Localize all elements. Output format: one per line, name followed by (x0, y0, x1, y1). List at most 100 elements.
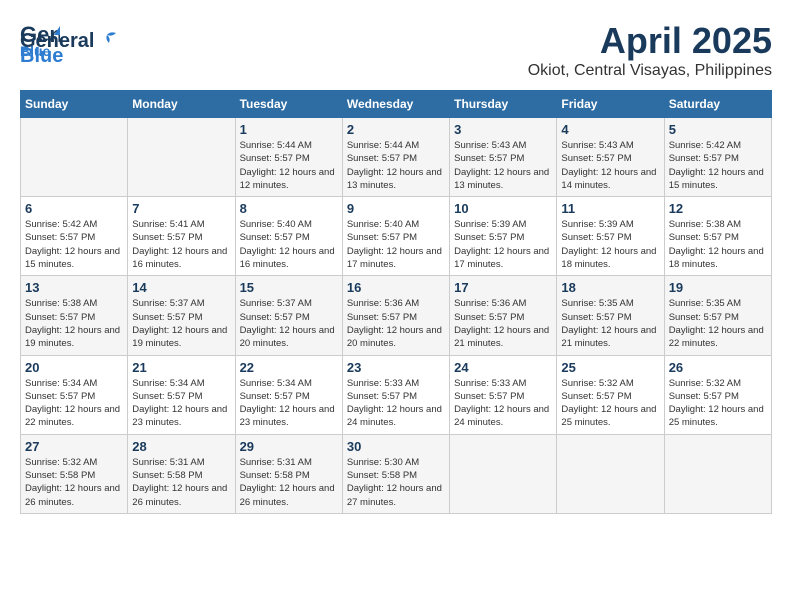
day-info: Sunrise: 5:39 AMSunset: 5:57 PMDaylight:… (561, 218, 659, 271)
col-wednesday: Wednesday (342, 91, 449, 118)
day-number: 28 (132, 439, 230, 454)
day-number: 12 (669, 201, 767, 216)
day-number: 10 (454, 201, 552, 216)
calendar-cell: 26 Sunrise: 5:32 AMSunset: 5:57 PMDayligh… (664, 355, 771, 434)
page-header: General Blue General Blue April 2025 Oki… (20, 20, 772, 80)
calendar-cell (557, 434, 664, 513)
day-number: 26 (669, 360, 767, 375)
day-info: Sunrise: 5:42 AMSunset: 5:57 PMDaylight:… (25, 218, 123, 271)
day-number: 24 (454, 360, 552, 375)
col-sunday: Sunday (21, 91, 128, 118)
day-number: 22 (240, 360, 338, 375)
calendar-cell (128, 118, 235, 197)
calendar-header-row: Sunday Monday Tuesday Wednesday Thursday… (21, 91, 772, 118)
col-saturday: Saturday (664, 91, 771, 118)
calendar-cell: 7 Sunrise: 5:41 AMSunset: 5:57 PMDaylight… (128, 197, 235, 276)
page-subtitle: Okiot, Central Visayas, Philippines (528, 62, 772, 80)
day-info: Sunrise: 5:36 AMSunset: 5:57 PMDaylight:… (454, 297, 552, 350)
day-info: Sunrise: 5:38 AMSunset: 5:57 PMDaylight:… (25, 297, 123, 350)
day-number: 16 (347, 280, 445, 295)
day-info: Sunrise: 5:44 AMSunset: 5:57 PMDaylight:… (347, 139, 445, 192)
day-info: Sunrise: 5:32 AMSunset: 5:57 PMDaylight:… (561, 377, 659, 430)
day-info: Sunrise: 5:31 AMSunset: 5:58 PMDaylight:… (132, 456, 230, 509)
day-info: Sunrise: 5:34 AMSunset: 5:57 PMDaylight:… (25, 377, 123, 430)
day-number: 17 (454, 280, 552, 295)
day-info: Sunrise: 5:36 AMSunset: 5:57 PMDaylight:… (347, 297, 445, 350)
day-number: 27 (25, 439, 123, 454)
calendar-cell: 29 Sunrise: 5:31 AMSunset: 5:58 PMDayligh… (235, 434, 342, 513)
day-info: Sunrise: 5:41 AMSunset: 5:57 PMDaylight:… (132, 218, 230, 271)
calendar-cell: 2 Sunrise: 5:44 AMSunset: 5:57 PMDaylight… (342, 118, 449, 197)
calendar-cell: 30 Sunrise: 5:30 AMSunset: 5:58 PMDayligh… (342, 434, 449, 513)
day-info: Sunrise: 5:30 AMSunset: 5:58 PMDaylight:… (347, 456, 445, 509)
calendar-cell: 11Sunrise: 5:39 AMSunset: 5:57 PMDayligh… (557, 197, 664, 276)
calendar-cell: 13 Sunrise: 5:38 AMSunset: 5:57 PMDayligh… (21, 276, 128, 355)
calendar-cell: 28 Sunrise: 5:31 AMSunset: 5:58 PMDayligh… (128, 434, 235, 513)
calendar-cell (450, 434, 557, 513)
calendar-cell: 8 Sunrise: 5:40 AMSunset: 5:57 PMDaylight… (235, 197, 342, 276)
calendar-cell: 21Sunrise: 5:34 AMSunset: 5:57 PMDayligh… (128, 355, 235, 434)
day-info: Sunrise: 5:37 AMSunset: 5:57 PMDaylight:… (132, 297, 230, 350)
calendar-cell (21, 118, 128, 197)
day-number: 7 (132, 201, 230, 216)
calendar-week-row: 1 Sunrise: 5:44 AMSunset: 5:57 PMDaylight… (21, 118, 772, 197)
day-number: 2 (347, 122, 445, 137)
day-number: 30 (347, 439, 445, 454)
day-info: Sunrise: 5:42 AMSunset: 5:57 PMDaylight:… (669, 139, 767, 192)
title-block: April 2025 Okiot, Central Visayas, Phili… (528, 20, 772, 80)
day-info: Sunrise: 5:37 AMSunset: 5:57 PMDaylight:… (240, 297, 338, 350)
day-info: Sunrise: 5:38 AMSunset: 5:57 PMDaylight:… (669, 218, 767, 271)
day-info: Sunrise: 5:44 AMSunset: 5:57 PMDaylight:… (240, 139, 338, 192)
day-info: Sunrise: 5:34 AMSunset: 5:57 PMDaylight:… (132, 377, 230, 430)
calendar-cell: 16 Sunrise: 5:36 AMSunset: 5:57 PMDayligh… (342, 276, 449, 355)
day-number: 29 (240, 439, 338, 454)
day-number: 4 (561, 122, 659, 137)
day-info: Sunrise: 5:40 AMSunset: 5:57 PMDaylight:… (347, 218, 445, 271)
day-info: Sunrise: 5:35 AMSunset: 5:57 PMDaylight:… (561, 297, 659, 350)
calendar-cell: 6Sunrise: 5:42 AMSunset: 5:57 PMDaylight… (21, 197, 128, 276)
day-number: 1 (240, 122, 338, 137)
calendar-cell: 22 Sunrise: 5:34 AMSunset: 5:57 PMDayligh… (235, 355, 342, 434)
col-friday: Friday (557, 91, 664, 118)
col-tuesday: Tuesday (235, 91, 342, 118)
day-number: 20 (25, 360, 123, 375)
day-number: 19 (669, 280, 767, 295)
calendar-cell: 14 Sunrise: 5:37 AMSunset: 5:57 PMDayligh… (128, 276, 235, 355)
day-info: Sunrise: 5:34 AMSunset: 5:57 PMDaylight:… (240, 377, 338, 430)
day-info: Sunrise: 5:32 AMSunset: 5:58 PMDaylight:… (25, 456, 123, 509)
calendar-cell: 3 Sunrise: 5:43 AMSunset: 5:57 PMDaylight… (450, 118, 557, 197)
day-number: 8 (240, 201, 338, 216)
calendar-cell: 25Sunrise: 5:32 AMSunset: 5:57 PMDayligh… (557, 355, 664, 434)
day-number: 3 (454, 122, 552, 137)
day-info: Sunrise: 5:43 AMSunset: 5:57 PMDaylight:… (561, 139, 659, 192)
day-number: 14 (132, 280, 230, 295)
day-number: 5 (669, 122, 767, 137)
calendar-cell: 12 Sunrise: 5:38 AMSunset: 5:57 PMDayligh… (664, 197, 771, 276)
calendar-cell: 1 Sunrise: 5:44 AMSunset: 5:57 PMDaylight… (235, 118, 342, 197)
calendar-cell: 18 Sunrise: 5:35 AMSunset: 5:57 PMDayligh… (557, 276, 664, 355)
day-info: Sunrise: 5:32 AMSunset: 5:57 PMDaylight:… (669, 377, 767, 430)
calendar-week-row: 6Sunrise: 5:42 AMSunset: 5:57 PMDaylight… (21, 197, 772, 276)
calendar-week-row: 27 Sunrise: 5:32 AMSunset: 5:58 PMDayligh… (21, 434, 772, 513)
logo: General Blue General Blue (20, 20, 118, 68)
day-number: 18 (561, 280, 659, 295)
calendar-table: Sunday Monday Tuesday Wednesday Thursday… (20, 90, 772, 514)
day-info: Sunrise: 5:33 AMSunset: 5:57 PMDaylight:… (454, 377, 552, 430)
day-info: Sunrise: 5:40 AMSunset: 5:57 PMDaylight:… (240, 218, 338, 271)
calendar-cell: 23 Sunrise: 5:33 AMSunset: 5:57 PMDayligh… (342, 355, 449, 434)
day-number: 23 (347, 360, 445, 375)
calendar-cell (664, 434, 771, 513)
calendar-cell: 27 Sunrise: 5:32 AMSunset: 5:58 PMDayligh… (21, 434, 128, 513)
calendar-cell: 5 Sunrise: 5:42 AMSunset: 5:57 PMDaylight… (664, 118, 771, 197)
logo-bird-icon (96, 29, 118, 51)
day-info: Sunrise: 5:31 AMSunset: 5:58 PMDaylight:… (240, 456, 338, 509)
day-number: 15 (240, 280, 338, 295)
day-info: Sunrise: 5:43 AMSunset: 5:57 PMDaylight:… (454, 139, 552, 192)
calendar-cell: 24 Sunrise: 5:33 AMSunset: 5:57 PMDayligh… (450, 355, 557, 434)
col-thursday: Thursday (450, 91, 557, 118)
day-info: Sunrise: 5:33 AMSunset: 5:57 PMDaylight:… (347, 377, 445, 430)
page-title: April 2025 (528, 20, 772, 62)
day-number: 13 (25, 280, 123, 295)
day-info: Sunrise: 5:35 AMSunset: 5:57 PMDaylight:… (669, 297, 767, 350)
calendar-week-row: 13 Sunrise: 5:38 AMSunset: 5:57 PMDayligh… (21, 276, 772, 355)
